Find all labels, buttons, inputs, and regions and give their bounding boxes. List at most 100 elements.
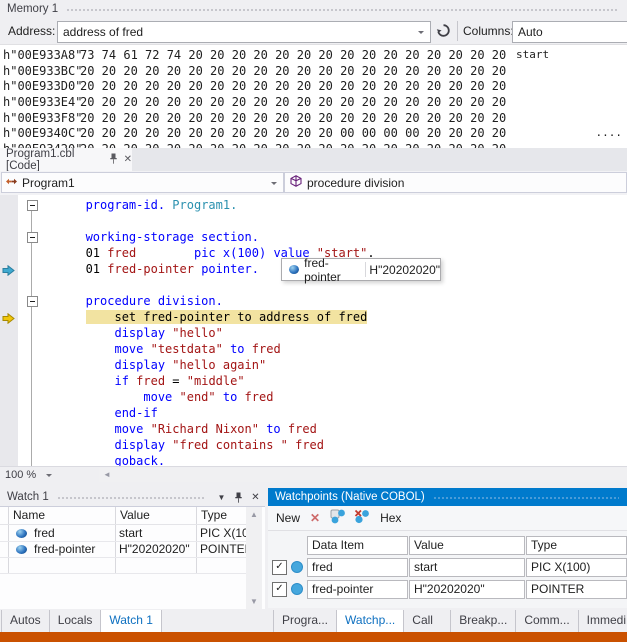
editor-glyph-margin[interactable]	[0, 195, 18, 466]
memory-row[interactable]: h"00E933F8"20 20 20 20 20 20 20 20 20 20…	[0, 110, 627, 126]
code-line[interactable]: move "testdata" to fred	[35, 341, 281, 357]
disable-all-watchpoints-icon[interactable]	[354, 509, 370, 527]
hex-toggle-button[interactable]: Hex	[380, 511, 401, 525]
refresh-icon[interactable]	[436, 23, 451, 41]
watch-row[interactable]: fred-pointerH"20202020"POINTER	[0, 541, 246, 558]
watchpoint-type[interactable]: PIC X(100)	[526, 558, 627, 577]
watch-table-header[interactable]: Name Value Type	[0, 507, 246, 524]
memory-hex-bytes: 73 74 61 72 74 20 20 20 20 20 20 20 20 2…	[80, 48, 506, 62]
chevron-down-icon[interactable]	[46, 474, 52, 480]
tab-watchp[interactable]: Watchp...	[337, 610, 404, 632]
code-line[interactable]: if fred = "middle"	[35, 373, 245, 389]
watch-window: Watch 1 ▼ ✕ Name Value Type fredstartPIC…	[0, 488, 265, 608]
memory-row[interactable]: h"00E933BC"20 20 20 20 20 20 20 20 20 20…	[0, 63, 627, 79]
scroll-down-icon[interactable]: ▼	[250, 597, 258, 606]
members-dropdown-value: procedure division	[307, 176, 626, 190]
memory-row[interactable]: h"00E933D0"20 20 20 20 20 20 20 20 20 20…	[0, 78, 627, 94]
watchpoint-type[interactable]: POINTER	[526, 580, 627, 599]
memory-hex-bytes: 20 20 20 20 20 20 20 20 20 20 20 20 20 2…	[80, 95, 506, 109]
scroll-left-icon[interactable]: ◄	[103, 470, 111, 479]
watchpoint-value[interactable]: H"20202020"	[409, 580, 525, 599]
types-dropdown[interactable]: Program1	[1, 172, 284, 193]
tab-autos[interactable]: Autos	[1, 610, 50, 632]
tab-comm[interactable]: Comm...	[516, 610, 578, 632]
code-line[interactable]: display "hello again"	[35, 357, 266, 373]
memory-address: h"00E933D0"	[3, 79, 82, 93]
new-watchpoint-button[interactable]: New	[276, 511, 300, 525]
watchpoint-name[interactable]: fred-pointer	[307, 580, 408, 599]
memory-address: h"00E933A8"	[3, 48, 82, 62]
memory-toolbar: Address: address of fred Columns: Auto	[0, 18, 627, 44]
watch-name: fred-pointer	[34, 542, 112, 556]
tab-locals[interactable]: Locals	[50, 610, 102, 632]
tab-progra[interactable]: Progra...	[273, 610, 337, 632]
memory-hex-bytes: 20 20 20 20 20 20 20 20 20 20 20 20 20 2…	[80, 79, 506, 93]
watch-value: start	[119, 526, 193, 540]
tab-watch1[interactable]: Watch 1	[101, 610, 162, 632]
pin-icon[interactable]	[109, 153, 118, 167]
watch-empty-row[interactable]	[0, 557, 246, 574]
pin-icon[interactable]	[231, 490, 246, 504]
code-line[interactable]: set fred-pointer to address of fred	[35, 309, 367, 325]
horizontal-scrollbar[interactable]: ◄	[99, 468, 627, 482]
document-tab[interactable]: Program1.cbl [Code] ✕	[0, 148, 132, 171]
code-line[interactable]: program-id. Program1.	[35, 197, 237, 213]
code-line[interactable]: goback.	[35, 453, 165, 466]
current-statement-arrow[interactable]	[2, 311, 15, 329]
memory-address: h"00E9340C"	[3, 126, 82, 140]
memory-row[interactable]: h"00E933E4"20 20 20 20 20 20 20 20 20 20…	[0, 94, 627, 110]
code-line[interactable]: display "fred contains " fred	[35, 437, 324, 453]
scroll-up-icon[interactable]: ▲	[250, 510, 258, 519]
watchpoint-enabled-dot[interactable]	[291, 583, 303, 595]
editor-navigation-bar: Program1 procedure division	[0, 171, 627, 195]
watchpoint-enabled-dot[interactable]	[291, 561, 303, 573]
code-line[interactable]: working-storage section.	[35, 229, 259, 245]
memory-hex-bytes: 20 20 20 20 20 20 20 20 20 20 20 20 00 0…	[80, 126, 506, 140]
column-header-type[interactable]: Type	[201, 508, 227, 522]
memory-row[interactable]: h"00E933A8"73 74 61 72 74 20 20 20 20 20…	[0, 47, 627, 63]
memory-hex-dump[interactable]: h"00E933A8"73 74 61 72 74 20 20 20 20 20…	[0, 44, 627, 149]
close-icon[interactable]: ✕	[124, 154, 132, 165]
column-header-value[interactable]: Value	[409, 536, 525, 555]
code-line[interactable]: 01 fred-pointer pointer.	[35, 261, 259, 277]
watchpoint-checkbox[interactable]: ✓	[272, 582, 287, 597]
watch-title: Watch 1	[7, 491, 49, 503]
address-combobox[interactable]: address of fred	[57, 21, 431, 43]
code-line[interactable]: display "hello"	[35, 325, 223, 341]
code-editor[interactable]: program-id. Program1. working-storage se…	[0, 195, 627, 466]
code-line[interactable]: move "end" to fred	[35, 389, 273, 405]
code-line[interactable]: procedure division.	[35, 293, 223, 309]
close-icon[interactable]: ✕	[248, 490, 263, 504]
column-header-data-item[interactable]: Data Item	[307, 536, 408, 555]
delete-watchpoint-icon[interactable]: ✕	[310, 511, 320, 525]
chevron-down-icon[interactable]	[418, 31, 424, 37]
watch-scrollbar[interactable]: ▲ ▼	[246, 507, 262, 609]
title-grip	[66, 7, 619, 12]
window-menu-icon[interactable]: ▼	[214, 490, 229, 504]
members-dropdown[interactable]: procedure division	[284, 172, 627, 193]
column-header-type[interactable]: Type	[526, 536, 627, 555]
moved-statement-arrow[interactable]	[2, 263, 15, 281]
columns-combobox[interactable]: Auto	[512, 21, 627, 43]
watchpoints-title-bar[interactable]: Watchpoints (Native COBOL)	[268, 488, 627, 506]
tab-immedi[interactable]: Immedi...	[579, 610, 627, 632]
memory-row[interactable]: h"00E9340C"20 20 20 20 20 20 20 20 20 20…	[0, 125, 627, 141]
watchpoint-name[interactable]: fred	[307, 558, 408, 577]
watchpoint-checkbox[interactable]: ✓	[272, 560, 287, 575]
column-header-value[interactable]: Value	[120, 508, 150, 522]
tab-callstack[interactable]: Call Stack	[404, 610, 451, 632]
watch-table[interactable]: Name Value Type fredstartPIC X(100)fred-…	[0, 506, 265, 609]
watchpoint-value[interactable]: start	[409, 558, 525, 577]
column-header-name[interactable]: Name	[13, 508, 45, 522]
memory-title-bar[interactable]: Memory 1	[0, 0, 627, 18]
chevron-down-icon[interactable]	[271, 182, 277, 188]
code-line[interactable]: end-if	[35, 405, 158, 421]
datatip-popup[interactable]: fred-pointer H"20202020"	[281, 258, 441, 281]
watch-type: POINTER	[200, 542, 246, 556]
watch-row[interactable]: fredstartPIC X(100)	[0, 525, 246, 542]
zoom-level-dropdown[interactable]: 100 %	[5, 469, 36, 481]
tab-breakp[interactable]: Breakp...	[451, 610, 516, 632]
watch-title-bar[interactable]: Watch 1 ▼ ✕	[0, 488, 265, 506]
code-line[interactable]: move "Richard Nixon" to fred	[35, 421, 317, 437]
enable-all-watchpoints-icon[interactable]	[330, 509, 346, 527]
